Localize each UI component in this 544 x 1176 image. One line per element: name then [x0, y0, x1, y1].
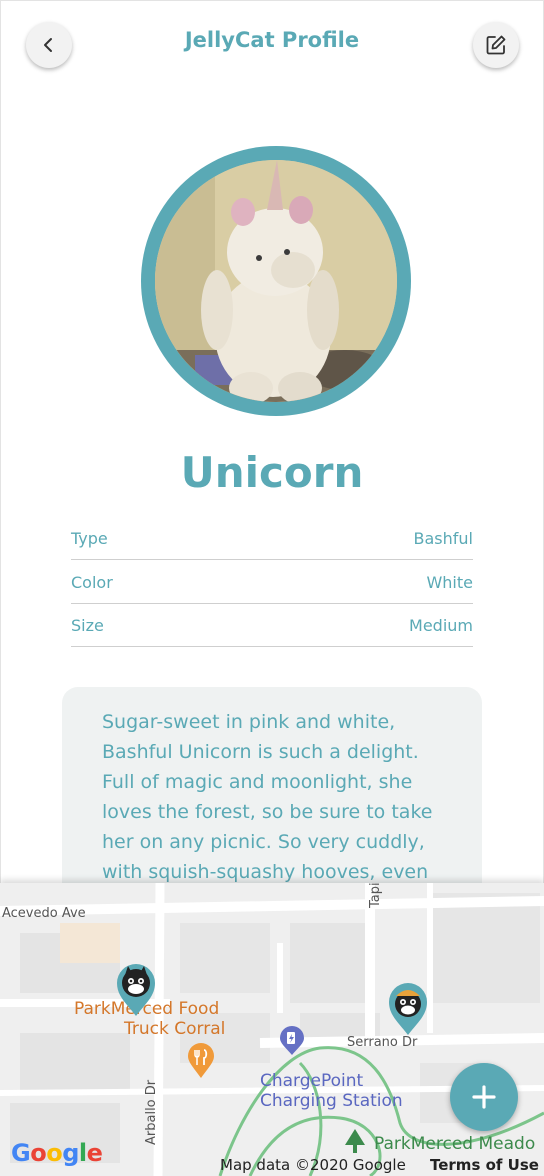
detail-row-type: Type Bashful: [71, 517, 473, 560]
poi-label: ChargePoint: [260, 1071, 364, 1091]
description-line: Bashful Unicorn is such a delight.: [102, 741, 419, 763]
edit-icon: [486, 35, 506, 55]
avatar-photo: [155, 160, 397, 402]
terms-link[interactable]: Terms of Use: [430, 1156, 539, 1174]
poi-park-label: ParkMerced Meado: [374, 1134, 536, 1154]
detail-row-size: Size Medium: [71, 604, 473, 647]
map-view[interactable]: Acevedo Ave Tapia Dr Serrano Dr Arballo …: [0, 883, 544, 1176]
plus-icon: [472, 1085, 496, 1109]
street-label: Arballo Dr: [144, 1079, 159, 1145]
street-label: Serrano Dr: [347, 1035, 418, 1050]
unicorn-plush-image: [155, 160, 397, 402]
park-tree-icon: [345, 1129, 365, 1153]
map-attribution: Map data ©2020 Google: [220, 1156, 406, 1174]
add-button[interactable]: [450, 1063, 518, 1131]
description-line: loves the forest, so be sure to take: [102, 801, 433, 823]
poi-label: Truck Corral: [124, 1019, 226, 1039]
street-label: Tapia Dr: [368, 883, 383, 908]
edit-button[interactable]: [473, 22, 519, 68]
charging-pin-icon[interactable]: [279, 1026, 305, 1056]
description-line: her on any picnic. So very cuddly,: [102, 831, 425, 853]
avatar-ring: [141, 146, 411, 416]
page-title: JellyCat Profile: [184, 28, 360, 52]
detail-label: Size: [71, 616, 104, 635]
description-line: Sugar-sweet in pink and white,: [102, 711, 396, 733]
description-line: Full of magic and moonlight, she: [102, 771, 413, 793]
poi-label: Charging Station: [260, 1091, 403, 1111]
poi-charging-station[interactable]: ChargePoint Charging Station: [260, 1071, 403, 1111]
restaurant-pin-icon[interactable]: [187, 1043, 215, 1079]
google-logo: Google: [11, 1139, 103, 1167]
detail-row-color: Color White: [71, 561, 473, 604]
jellycat-map-pin-icon[interactable]: [388, 982, 428, 1036]
detail-label: Color: [71, 573, 113, 592]
detail-value: White: [426, 573, 473, 592]
description-text: Sugar-sweet in pink and white, Bashful U…: [102, 707, 442, 887]
detail-value: Bashful: [413, 529, 473, 548]
jellycat-name: Unicorn: [180, 448, 364, 497]
jellycat-map-pin-icon[interactable]: [116, 963, 156, 1017]
detail-label: Type: [71, 529, 108, 548]
street-label: Acevedo Ave: [2, 906, 86, 921]
detail-value: Medium: [409, 616, 473, 635]
